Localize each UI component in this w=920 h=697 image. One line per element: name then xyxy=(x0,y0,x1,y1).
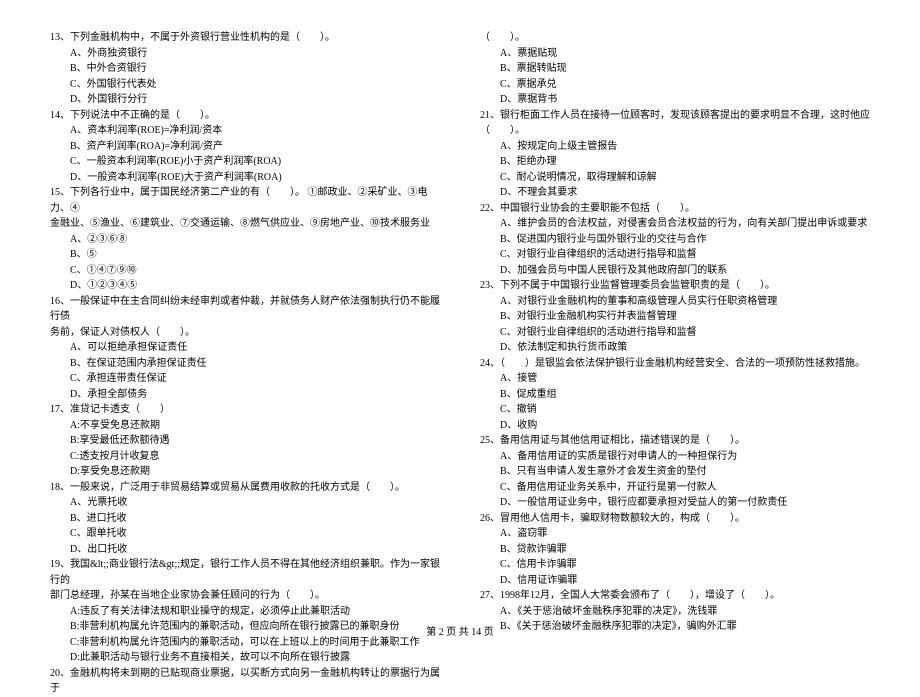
q18-opt-c: C、跟单托收 xyxy=(50,526,440,542)
q26-opt-b: B、贷款诈骗罪 xyxy=(480,542,870,558)
q17-opt-c: C:透支按月计收复息 xyxy=(50,449,440,465)
q18-opt-a: A、光票托收 xyxy=(50,495,440,511)
q25-opt-a: A、备用信用证的实质是银行对申请人的一种担保行为 xyxy=(480,449,870,465)
q17-stem: 17、准贷记卡透支（ ） xyxy=(50,402,440,418)
q19-stem1: 19、我国&lt;;商业银行法&gt;;规定，银行工作人员不得在其他经济组织兼职… xyxy=(50,557,440,588)
q21-opt-a: A、按规定向上级主管报告 xyxy=(480,139,870,155)
q15-stem1: 15、下列各行业中，属于国民经济第二产业的有（ ）。 ①邮政业、②采矿业、③电力… xyxy=(50,185,440,216)
exam-page: 13、下列金融机构中，不属于外资银行营业性机构的是（ ）。 A、外商独资银行 B… xyxy=(50,30,870,610)
q13-opt-a: A、外商独资银行 xyxy=(50,46,440,62)
q15-stem2: 金融业、⑤渔业、⑥建筑业、⑦交通运输、⑧燃气供应业、⑨房地产业、⑩技术服务业 xyxy=(50,216,440,232)
q15-opt-b: B、⑤ xyxy=(50,247,440,263)
q16-opt-c: C、承担连带责任保证 xyxy=(50,371,440,387)
q13-opt-d: D、外国银行分行 xyxy=(50,92,440,108)
q25-stem: 25、备用信用证与其他信用证相比，描述错误的是（ ）。 xyxy=(480,433,870,449)
q22-opt-b: B、促进国内银行业与国外银行业的交往与合作 xyxy=(480,232,870,248)
q21-opt-c: C、耐心说明情况，取得理解和谅解 xyxy=(480,170,870,186)
q18-opt-d: D、出口托收 xyxy=(50,542,440,558)
q18-opt-b: B、进口托收 xyxy=(50,511,440,527)
q13-opt-b: B、中外合资银行 xyxy=(50,61,440,77)
q27-opt-a: A、《关于惩治破坏金融秩序犯罪的决定》，洗钱罪 xyxy=(480,604,870,620)
q16-stem1: 16、一般保证中在主合同纠纷未经审判或者仲裁，并就债务人财产依法强制执行仍不能履… xyxy=(50,294,440,325)
q21-opt-d: D、不理会其要求 xyxy=(480,185,870,201)
q21-stem1: 21、银行柜面工作人员在接待一位顾客时，发现该顾客提出的要求明显不合理，这时他应 xyxy=(480,108,870,124)
q24-opt-a: A、接管 xyxy=(480,371,870,387)
page-footer: 第 2 页 共 14 页 xyxy=(0,623,920,638)
q15-opt-c: C、①④⑦⑨⑩ xyxy=(50,263,440,279)
q26-opt-d: D、信用证诈骗罪 xyxy=(480,573,870,589)
q17-opt-d: D:享受免息还款期 xyxy=(50,464,440,480)
q23-opt-b: B、对银行业金融机构实行并表监督管理 xyxy=(480,309,870,325)
q16-stem2: 务前，保证人对债权人（ ）。 xyxy=(50,325,440,341)
q20-stem-right: （ ）。 xyxy=(480,30,870,46)
q19-opt-a: A:违反了有关法律法规和职业操守的规定，必须停止此兼职活动 xyxy=(50,604,440,620)
q17-opt-a: A:不享受免息还款期 xyxy=(50,418,440,434)
q13-opt-c: C、外国银行代表处 xyxy=(50,77,440,93)
q20-opt-c: C、票据承兑 xyxy=(480,77,870,93)
q21-opt-b: B、拒绝办理 xyxy=(480,154,870,170)
q14-stem: 14、下列说法中不正确的是（ ）。 xyxy=(50,108,440,124)
q24-stem: 24、（ ）是银监会依法保护银行业金融机构经营安全、合法的一项预防性拯救措施。 xyxy=(480,356,870,372)
q15-opt-a: A、②③⑥⑧ xyxy=(50,232,440,248)
q22-opt-d: D、加强会员与中国人民银行及其他政府部门的联系 xyxy=(480,263,870,279)
right-column: （ ）。 A、票据贴现 B、票据转贴现 C、票据承兑 D、票据背书 21、银行柜… xyxy=(480,30,870,610)
q25-opt-d: D、一般信用证业务中，银行应都要承担对受益人的第一付款责任 xyxy=(480,495,870,511)
q17-opt-b: B:享受最低还款额待遇 xyxy=(50,433,440,449)
q24-opt-b: B、促成重组 xyxy=(480,387,870,403)
q19-opt-d: D:此兼职活动与银行业务不直接相关，故可以不向所在银行披露 xyxy=(50,650,440,666)
q20-opt-a: A、票据贴现 xyxy=(480,46,870,62)
q14-opt-c: C、一般资本利润率(ROE)小于资产利润率(ROA) xyxy=(50,154,440,170)
q27-stem: 27、1998年12月，全国人大常委会颁布了（ ），增设了（ ）。 xyxy=(480,588,870,604)
q23-opt-d: D、依法制定和执行货币政策 xyxy=(480,340,870,356)
q24-opt-d: D、收购 xyxy=(480,418,870,434)
q25-opt-b: B、只有当申请人发生意外才会发生资金的垫付 xyxy=(480,464,870,480)
q24-opt-c: C、撤销 xyxy=(480,402,870,418)
q21-stem2: （ ）。 xyxy=(480,123,870,139)
q22-opt-a: A、维护会员的合法权益，对侵害会员合法权益的行为，向有关部门提出申诉或要求 xyxy=(480,216,870,232)
q26-opt-a: A、盗窃罪 xyxy=(480,526,870,542)
q20-stem-left: 20、金融机构将未到期的已贴现商业票据，以买断方式向另一金融机构转让的票据行为属… xyxy=(50,666,440,697)
q14-opt-d: D、一般资本利润率(ROE)大于资产利润率(ROA) xyxy=(50,170,440,186)
q26-opt-c: C、信用卡诈骗罪 xyxy=(480,557,870,573)
q13-stem: 13、下列金融机构中，不属于外资银行营业性机构的是（ ）。 xyxy=(50,30,440,46)
q22-stem: 22、中国银行业协会的主要职能不包括（ ）。 xyxy=(480,201,870,217)
q20-opt-b: B、票据转贴现 xyxy=(480,61,870,77)
q18-stem: 18、一般来说，广泛用于非贸易结算或贸易从属费用收款的托收方式是（ ）。 xyxy=(50,480,440,496)
q16-opt-b: B、在保证范围内承担保证责任 xyxy=(50,356,440,372)
q25-opt-c: C、备用信用证业务关系中，开证行是第一付款人 xyxy=(480,480,870,496)
q26-stem: 26、冒用他人信用卡，骗取财物数额较大的，构成（ ）。 xyxy=(480,511,870,527)
q23-opt-a: A、对银行业金融机构的董事和高级管理人员实行任职资格管理 xyxy=(480,294,870,310)
q14-opt-a: A、资本利润率(ROE)=净利润/资本 xyxy=(50,123,440,139)
q22-opt-c: C、对银行业自律组织的活动进行指导和监督 xyxy=(480,247,870,263)
left-column: 13、下列金融机构中，不属于外资银行营业性机构的是（ ）。 A、外商独资银行 B… xyxy=(50,30,440,610)
q23-stem: 23、下列不属于中国银行业监督管理委员会监管职责的是（ ）。 xyxy=(480,278,870,294)
q20-opt-d: D、票据背书 xyxy=(480,92,870,108)
q16-opt-a: A、可以拒绝承担保证责任 xyxy=(50,340,440,356)
q15-opt-d: D、①②③④⑤ xyxy=(50,278,440,294)
q16-opt-d: D、承担全部债务 xyxy=(50,387,440,403)
q19-stem2: 部门总经理，孙某在当地企业家协会兼任顾问的行为（ ）。 xyxy=(50,588,440,604)
q23-opt-c: C、对银行业自律组织的活动进行指导和监督 xyxy=(480,325,870,341)
q14-opt-b: B、资产利润率(ROA)=净利润/资产 xyxy=(50,139,440,155)
